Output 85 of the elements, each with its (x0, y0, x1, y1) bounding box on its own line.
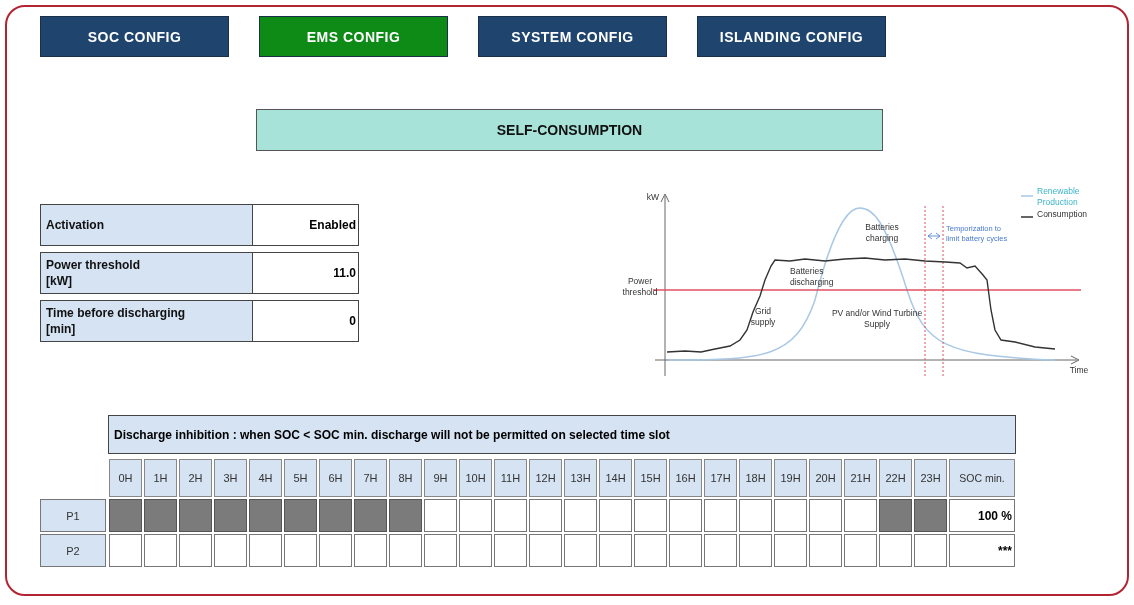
soc-value[interactable]: *** (949, 534, 1015, 567)
section-title: SELF-CONSUMPTION (256, 109, 883, 151)
time-slot[interactable] (564, 499, 597, 532)
time-slot[interactable] (914, 534, 947, 567)
time-slot[interactable] (669, 499, 702, 532)
tab[interactable]: SYSTEM CONFIG (478, 16, 667, 57)
threshold-label: Power threshold (622, 276, 658, 298)
time-slot[interactable] (879, 534, 912, 567)
hour-header: 10H (459, 459, 492, 497)
hour-header: 3H (214, 459, 247, 497)
time-slot[interactable] (214, 534, 247, 567)
time-slot[interactable] (669, 534, 702, 567)
hour-header: 22H (879, 459, 912, 497)
hour-header: 2H (179, 459, 212, 497)
setting-label: Power threshold [kW] (41, 253, 253, 293)
hour-header: 15H (634, 459, 667, 497)
time-slot[interactable] (704, 534, 737, 567)
time-slot[interactable] (564, 534, 597, 567)
axis-label: kW (646, 192, 660, 202)
hour-header: 20H (809, 459, 842, 497)
hour-header: 4H (249, 459, 282, 497)
time-slot[interactable] (284, 534, 317, 567)
time-slot[interactable] (774, 534, 807, 567)
legend-label: Consumption (1037, 209, 1088, 219)
column-header: SOC min. (949, 459, 1015, 497)
time-slot[interactable] (599, 499, 632, 532)
time-slot[interactable] (774, 499, 807, 532)
hour-header: 1H (144, 459, 177, 497)
time-slot[interactable] (144, 534, 177, 567)
time-slot[interactable] (354, 534, 387, 567)
time-slot[interactable] (109, 534, 142, 567)
time-slot[interactable] (424, 499, 457, 532)
time-slot[interactable] (494, 534, 527, 567)
diagram-label: PV and/or Wind Turbine Supply (831, 308, 923, 330)
time-slot[interactable] (529, 499, 562, 532)
hour-header: 11H (494, 459, 527, 497)
diagram-label: Grid supply (750, 306, 776, 328)
time-slot[interactable] (529, 534, 562, 567)
time-slot[interactable] (634, 534, 667, 567)
row-label: P2 (40, 534, 106, 567)
hour-header: 16H (669, 459, 702, 497)
hour-header: 23H (914, 459, 947, 497)
hour-header: 6H (319, 459, 352, 497)
hour-header: 17H (704, 459, 737, 497)
time-slot[interactable] (809, 534, 842, 567)
hour-header: 0H (109, 459, 142, 497)
hour-header: 19H (774, 459, 807, 497)
time-slot[interactable] (739, 534, 772, 567)
time-slot[interactable] (389, 534, 422, 567)
hour-header: 13H (564, 459, 597, 497)
time-slot[interactable] (249, 534, 282, 567)
tab[interactable]: ISLANDING CONFIG (697, 16, 886, 57)
time-slot[interactable] (179, 534, 212, 567)
time-slot[interactable] (319, 534, 352, 567)
time-slot[interactable] (424, 534, 457, 567)
time-slot[interactable] (494, 499, 527, 532)
double-arrow-icon (927, 232, 941, 240)
time-slot[interactable] (844, 499, 877, 532)
hour-header: 5H (284, 459, 317, 497)
time-slot[interactable] (704, 499, 737, 532)
hour-header: 9H (424, 459, 457, 497)
hour-header: 8H (389, 459, 422, 497)
time-slot[interactable] (844, 534, 877, 567)
setting-label: Activation (41, 205, 253, 245)
hour-header: 18H (739, 459, 772, 497)
tab[interactable]: EMS CONFIG (259, 16, 448, 57)
diagram-label: Batteries discharging (790, 266, 834, 288)
tab[interactable]: SOC CONFIG (40, 16, 229, 57)
hour-header: 21H (844, 459, 877, 497)
time-slot[interactable] (634, 499, 667, 532)
time-slot[interactable] (459, 499, 492, 532)
legend-label: Renewable Production (1037, 186, 1080, 208)
hour-header: 7H (354, 459, 387, 497)
hour-header: 14H (599, 459, 632, 497)
soc-value[interactable]: 100 % (949, 499, 1015, 532)
time-slot[interactable] (739, 499, 772, 532)
time-slot[interactable] (809, 499, 842, 532)
time-slot[interactable] (459, 534, 492, 567)
time-slot[interactable] (599, 534, 632, 567)
axis-label: Time (1069, 365, 1089, 375)
schedule-title: Discharge inhibition : when SOC < SOC min. discharge will not be permitted on selected time slot (108, 415, 1016, 454)
diagram-label: Batteries charging (865, 222, 899, 244)
hour-header: 12H (529, 459, 562, 497)
setting-label: Time before discharging [min] (41, 301, 253, 341)
row-label: P1 (40, 499, 106, 532)
